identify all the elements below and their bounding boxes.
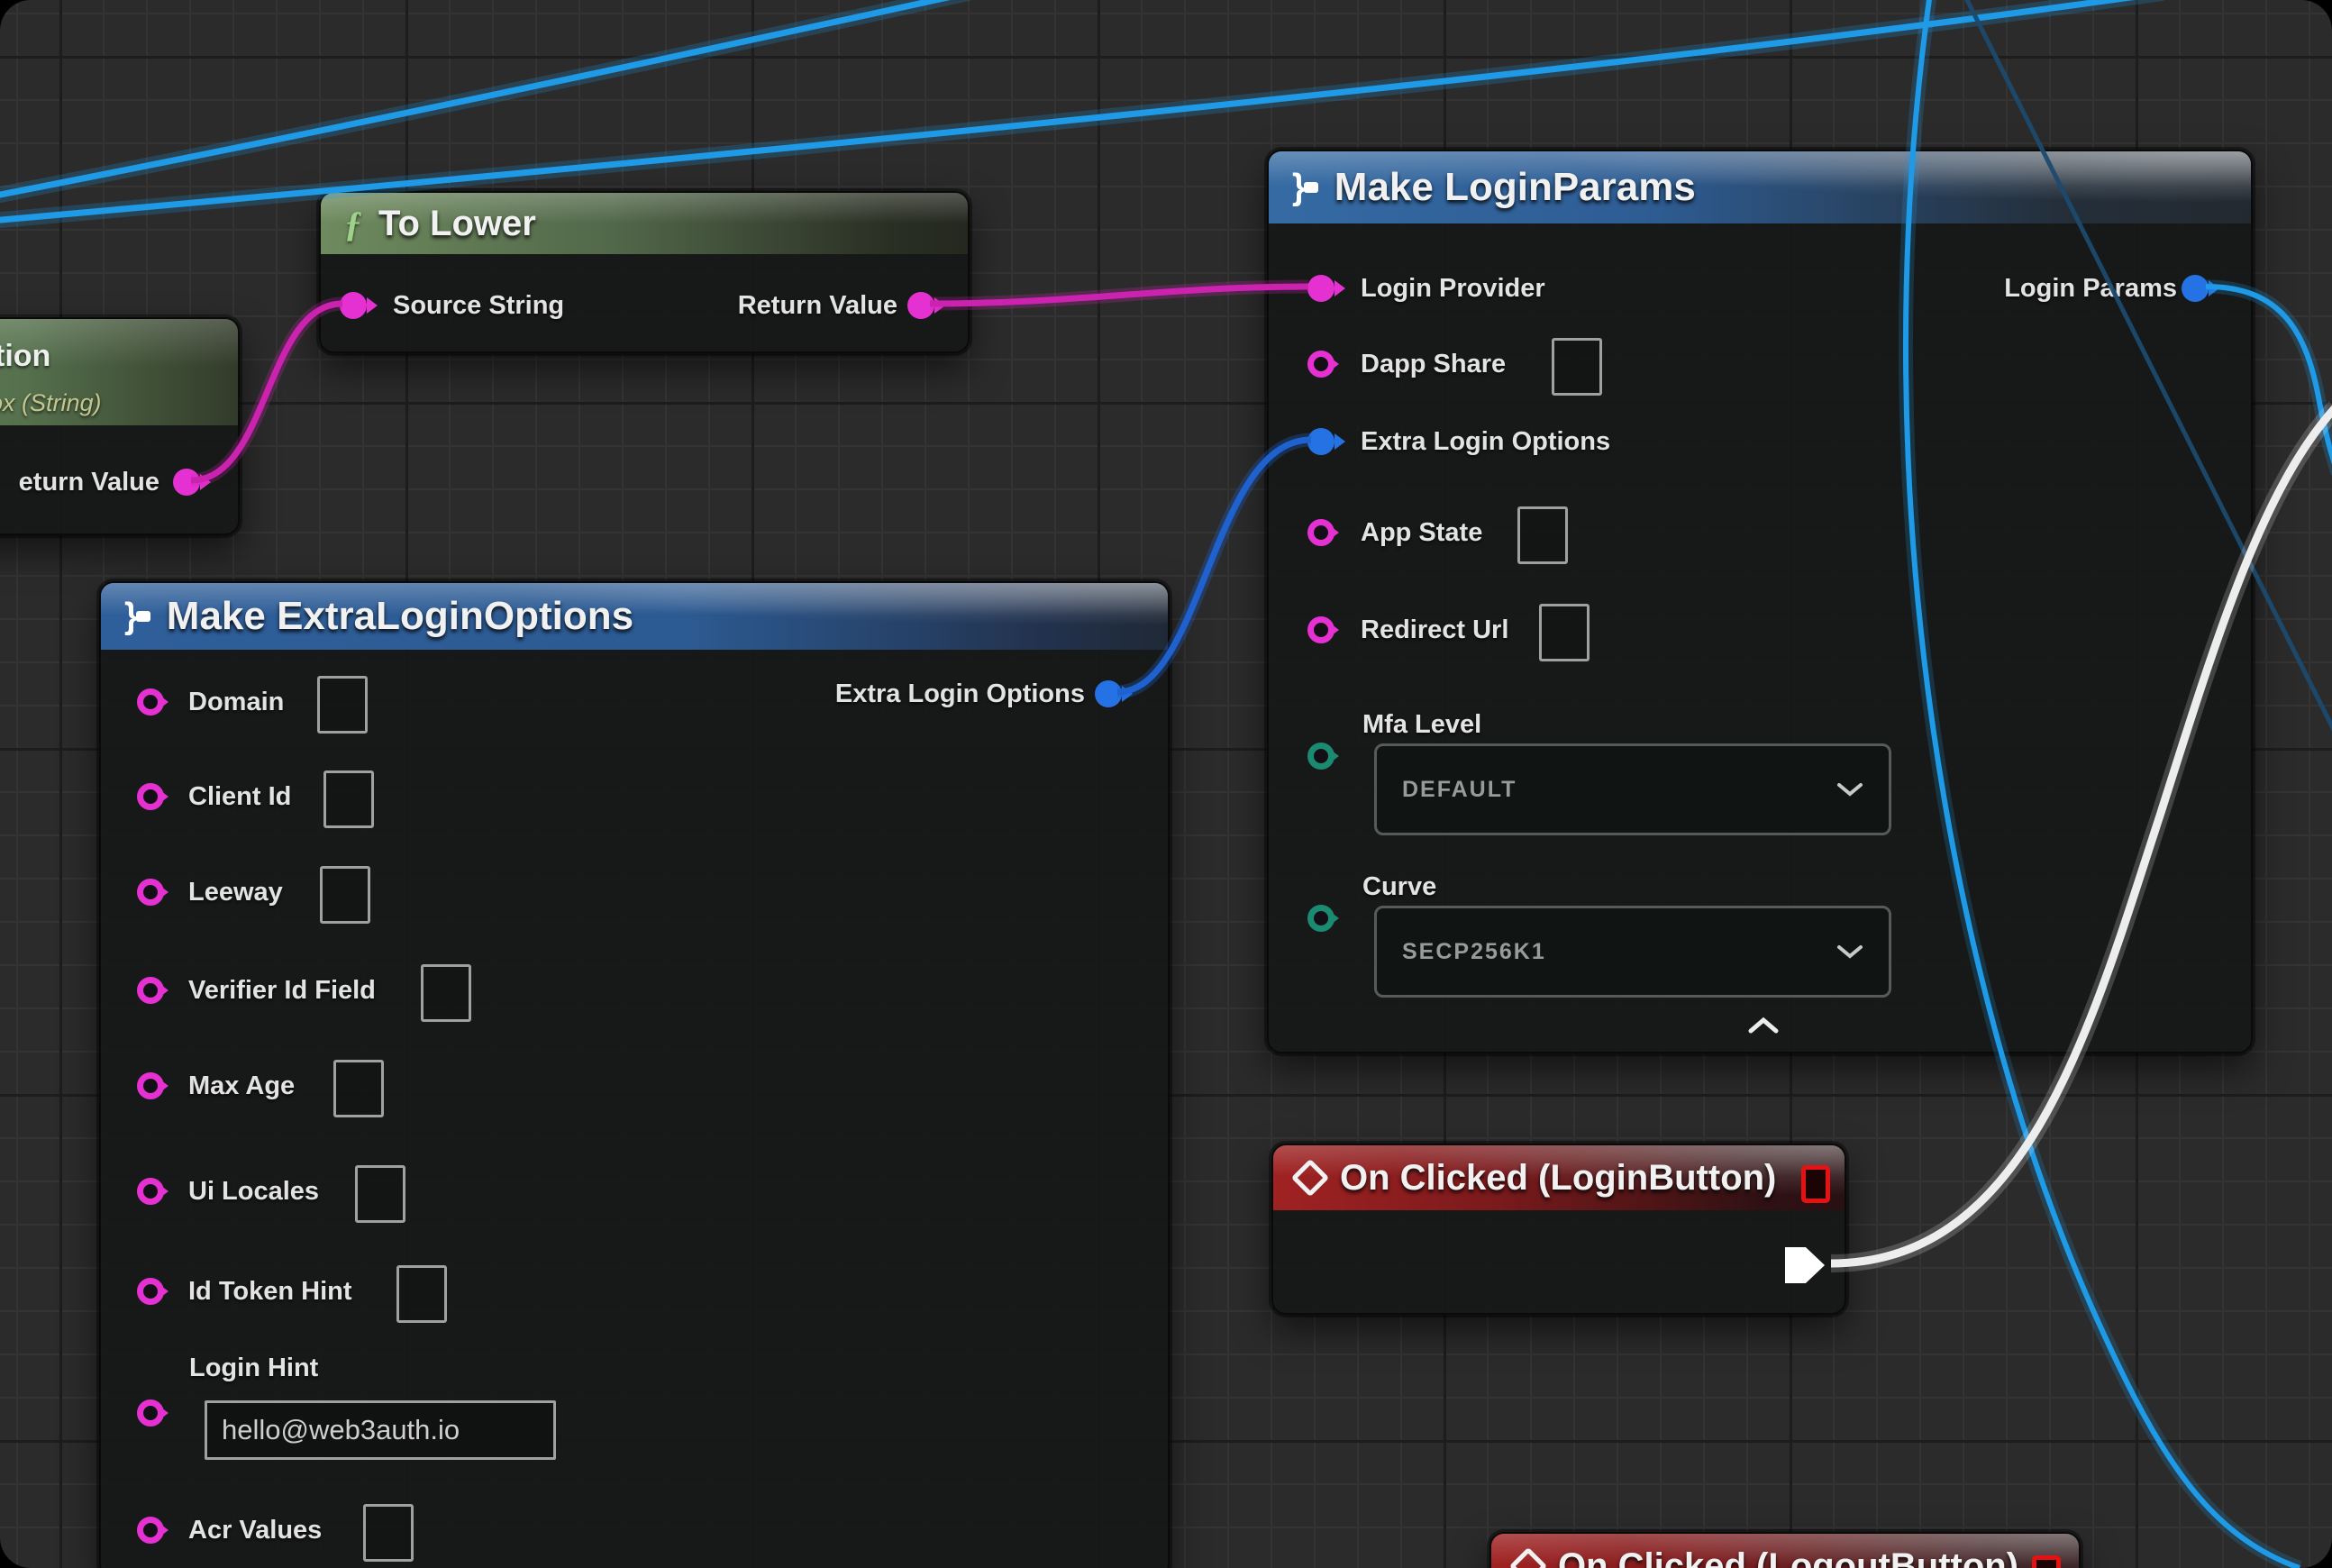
acr-values-pin[interactable]	[137, 1517, 164, 1544]
node-make-extra-login-options: } Make ExtraLoginOptions Extra Login Opt…	[99, 581, 1170, 1568]
make-login-params-title: Make LoginParams	[1335, 165, 1696, 210]
chevron-down-icon	[1836, 944, 1863, 959]
login-provider-label: Login Provider	[1361, 270, 1545, 306]
verifier-id-field-label: Verifier Id Field	[188, 972, 376, 1008]
verifier-id-field-value-box[interactable]	[421, 964, 471, 1022]
login-hint-input[interactable]: hello@web3auth.io	[205, 1400, 556, 1460]
event-icon	[1291, 1159, 1329, 1197]
max-age-label: Max Age	[188, 1068, 295, 1104]
curve-value: SECP256K1	[1402, 939, 1546, 965]
on-clicked-logout-title: On Clicked (LogoutButton)	[1558, 1546, 2018, 1568]
on-clicked-login-title: On Clicked (LoginButton)	[1340, 1158, 1776, 1199]
max-age-value-box[interactable]	[333, 1060, 384, 1117]
extra-login-options-input-pin[interactable]	[1307, 428, 1335, 455]
event-icon	[1509, 1547, 1547, 1568]
leeway-pin[interactable]	[137, 879, 164, 906]
on-clicked-logout-header[interactable]: On Clicked (LogoutButton)	[1491, 1534, 2079, 1568]
extra-login-options-output-pin[interactable]	[1095, 680, 1122, 707]
chevron-down-icon	[1836, 782, 1863, 797]
acr-values-value-box[interactable]	[363, 1504, 414, 1562]
exec-output-pin[interactable]	[1785, 1247, 1825, 1283]
client-id-value-box[interactable]	[323, 770, 374, 828]
wire-blue-riser-1	[0, 0, 969, 196]
login-params-output-label: Login Params	[1817, 270, 2177, 306]
node-make-login-params: } Make LoginParams Login Provider Login …	[1267, 150, 2253, 1053]
redirect-url-value-box[interactable]	[1539, 604, 1590, 661]
make-extra-login-options-header[interactable]: } Make ExtraLoginOptions	[101, 583, 1168, 650]
app-state-pin[interactable]	[1307, 519, 1335, 546]
function-icon: ƒ	[344, 203, 362, 245]
collapse-node-button[interactable]	[1747, 1016, 1780, 1039]
node-on-clicked-login-button: On Clicked (LoginButton)	[1271, 1144, 1846, 1315]
verifier-id-field-pin[interactable]	[137, 977, 164, 1004]
on-clicked-login-header[interactable]: On Clicked (LoginButton)	[1273, 1145, 1845, 1210]
delegate-pin-box[interactable]	[1801, 1165, 1830, 1203]
to-lower-return-value-pin[interactable]	[907, 292, 934, 319]
acr-values-label: Acr Values	[188, 1512, 322, 1548]
domain-label: Domain	[188, 684, 284, 720]
mfa-level-value: DEFAULT	[1402, 777, 1517, 803]
ui-locales-value-box[interactable]	[355, 1165, 405, 1223]
get-text-return-value-pin[interactable]	[173, 469, 200, 496]
node-to-lower: ƒ To Lower Source String Return Value	[319, 191, 970, 353]
dapp-share-label: Dapp Share	[1361, 346, 1506, 382]
app-state-value-box[interactable]	[1517, 506, 1568, 564]
redirect-url-label: Redirect Url	[1361, 612, 1508, 648]
wire-magenta-return-to-login-provider	[930, 287, 1308, 304]
to-lower-source-string-pin[interactable]	[340, 292, 367, 319]
domain-value-box[interactable]	[317, 676, 368, 734]
curve-dropdown[interactable]: SECP256K1	[1374, 906, 1891, 998]
client-id-pin[interactable]	[137, 783, 164, 810]
login-hint-value: hello@web3auth.io	[222, 1414, 460, 1446]
get-text-return-value-label: eturn Value	[0, 464, 159, 500]
make-login-params-header[interactable]: } Make LoginParams	[1269, 151, 2251, 223]
dapp-share-value-box[interactable]	[1552, 338, 1602, 396]
make-extra-login-options-title: Make ExtraLoginOptions	[167, 594, 633, 639]
extra-login-options-input-label: Extra Login Options	[1361, 424, 1610, 460]
login-hint-label: Login Hint	[189, 1350, 318, 1386]
to-lower-source-string-label: Source String	[393, 287, 564, 324]
to-lower-node-title: To Lower	[378, 204, 536, 244]
node-get-text: tion ox (String) eturn Value	[0, 317, 240, 535]
to-lower-return-value-label: Return Value	[627, 287, 897, 324]
ui-locales-pin[interactable]	[137, 1178, 164, 1205]
extra-login-options-output-label: Extra Login Options	[732, 676, 1085, 712]
dapp-share-pin[interactable]	[1307, 351, 1335, 378]
redirect-url-pin[interactable]	[1307, 616, 1335, 643]
ui-locales-label: Ui Locales	[188, 1173, 319, 1209]
client-id-label: Client Id	[188, 779, 291, 815]
max-age-pin[interactable]	[137, 1072, 164, 1099]
login-provider-pin[interactable]	[1307, 275, 1335, 302]
blueprint-graph-canvas[interactable]: tion ox (String) eturn Value ƒ To Lower …	[0, 0, 2332, 1568]
leeway-label: Leeway	[188, 874, 283, 910]
domain-pin[interactable]	[137, 688, 164, 716]
curve-label: Curve	[1362, 869, 1436, 905]
id-token-hint-pin[interactable]	[137, 1278, 164, 1305]
node-on-clicked-logout-button: On Clicked (LogoutButton)	[1489, 1532, 2081, 1568]
login-hint-pin[interactable]	[137, 1399, 164, 1427]
mfa-level-pin[interactable]	[1307, 743, 1335, 770]
leeway-value-box[interactable]	[320, 866, 370, 924]
make-struct-icon: }	[124, 597, 150, 636]
login-params-output-pin[interactable]	[2182, 275, 2209, 302]
delegate-pin-box[interactable]	[2032, 1555, 2061, 1568]
get-text-node-title: tion	[0, 339, 50, 374]
to-lower-node-header[interactable]: ƒ To Lower	[321, 193, 968, 254]
mfa-level-dropdown[interactable]: DEFAULT	[1374, 743, 1891, 835]
make-struct-icon: }	[1292, 169, 1318, 207]
app-state-label: App State	[1361, 515, 1482, 551]
id-token-hint-label: Id Token Hint	[188, 1273, 352, 1309]
get-text-node-subtitle: ox (String)	[0, 389, 102, 417]
curve-pin[interactable]	[1307, 905, 1335, 932]
id-token-hint-value-box[interactable]	[396, 1265, 447, 1323]
mfa-level-label: Mfa Level	[1362, 707, 1481, 743]
